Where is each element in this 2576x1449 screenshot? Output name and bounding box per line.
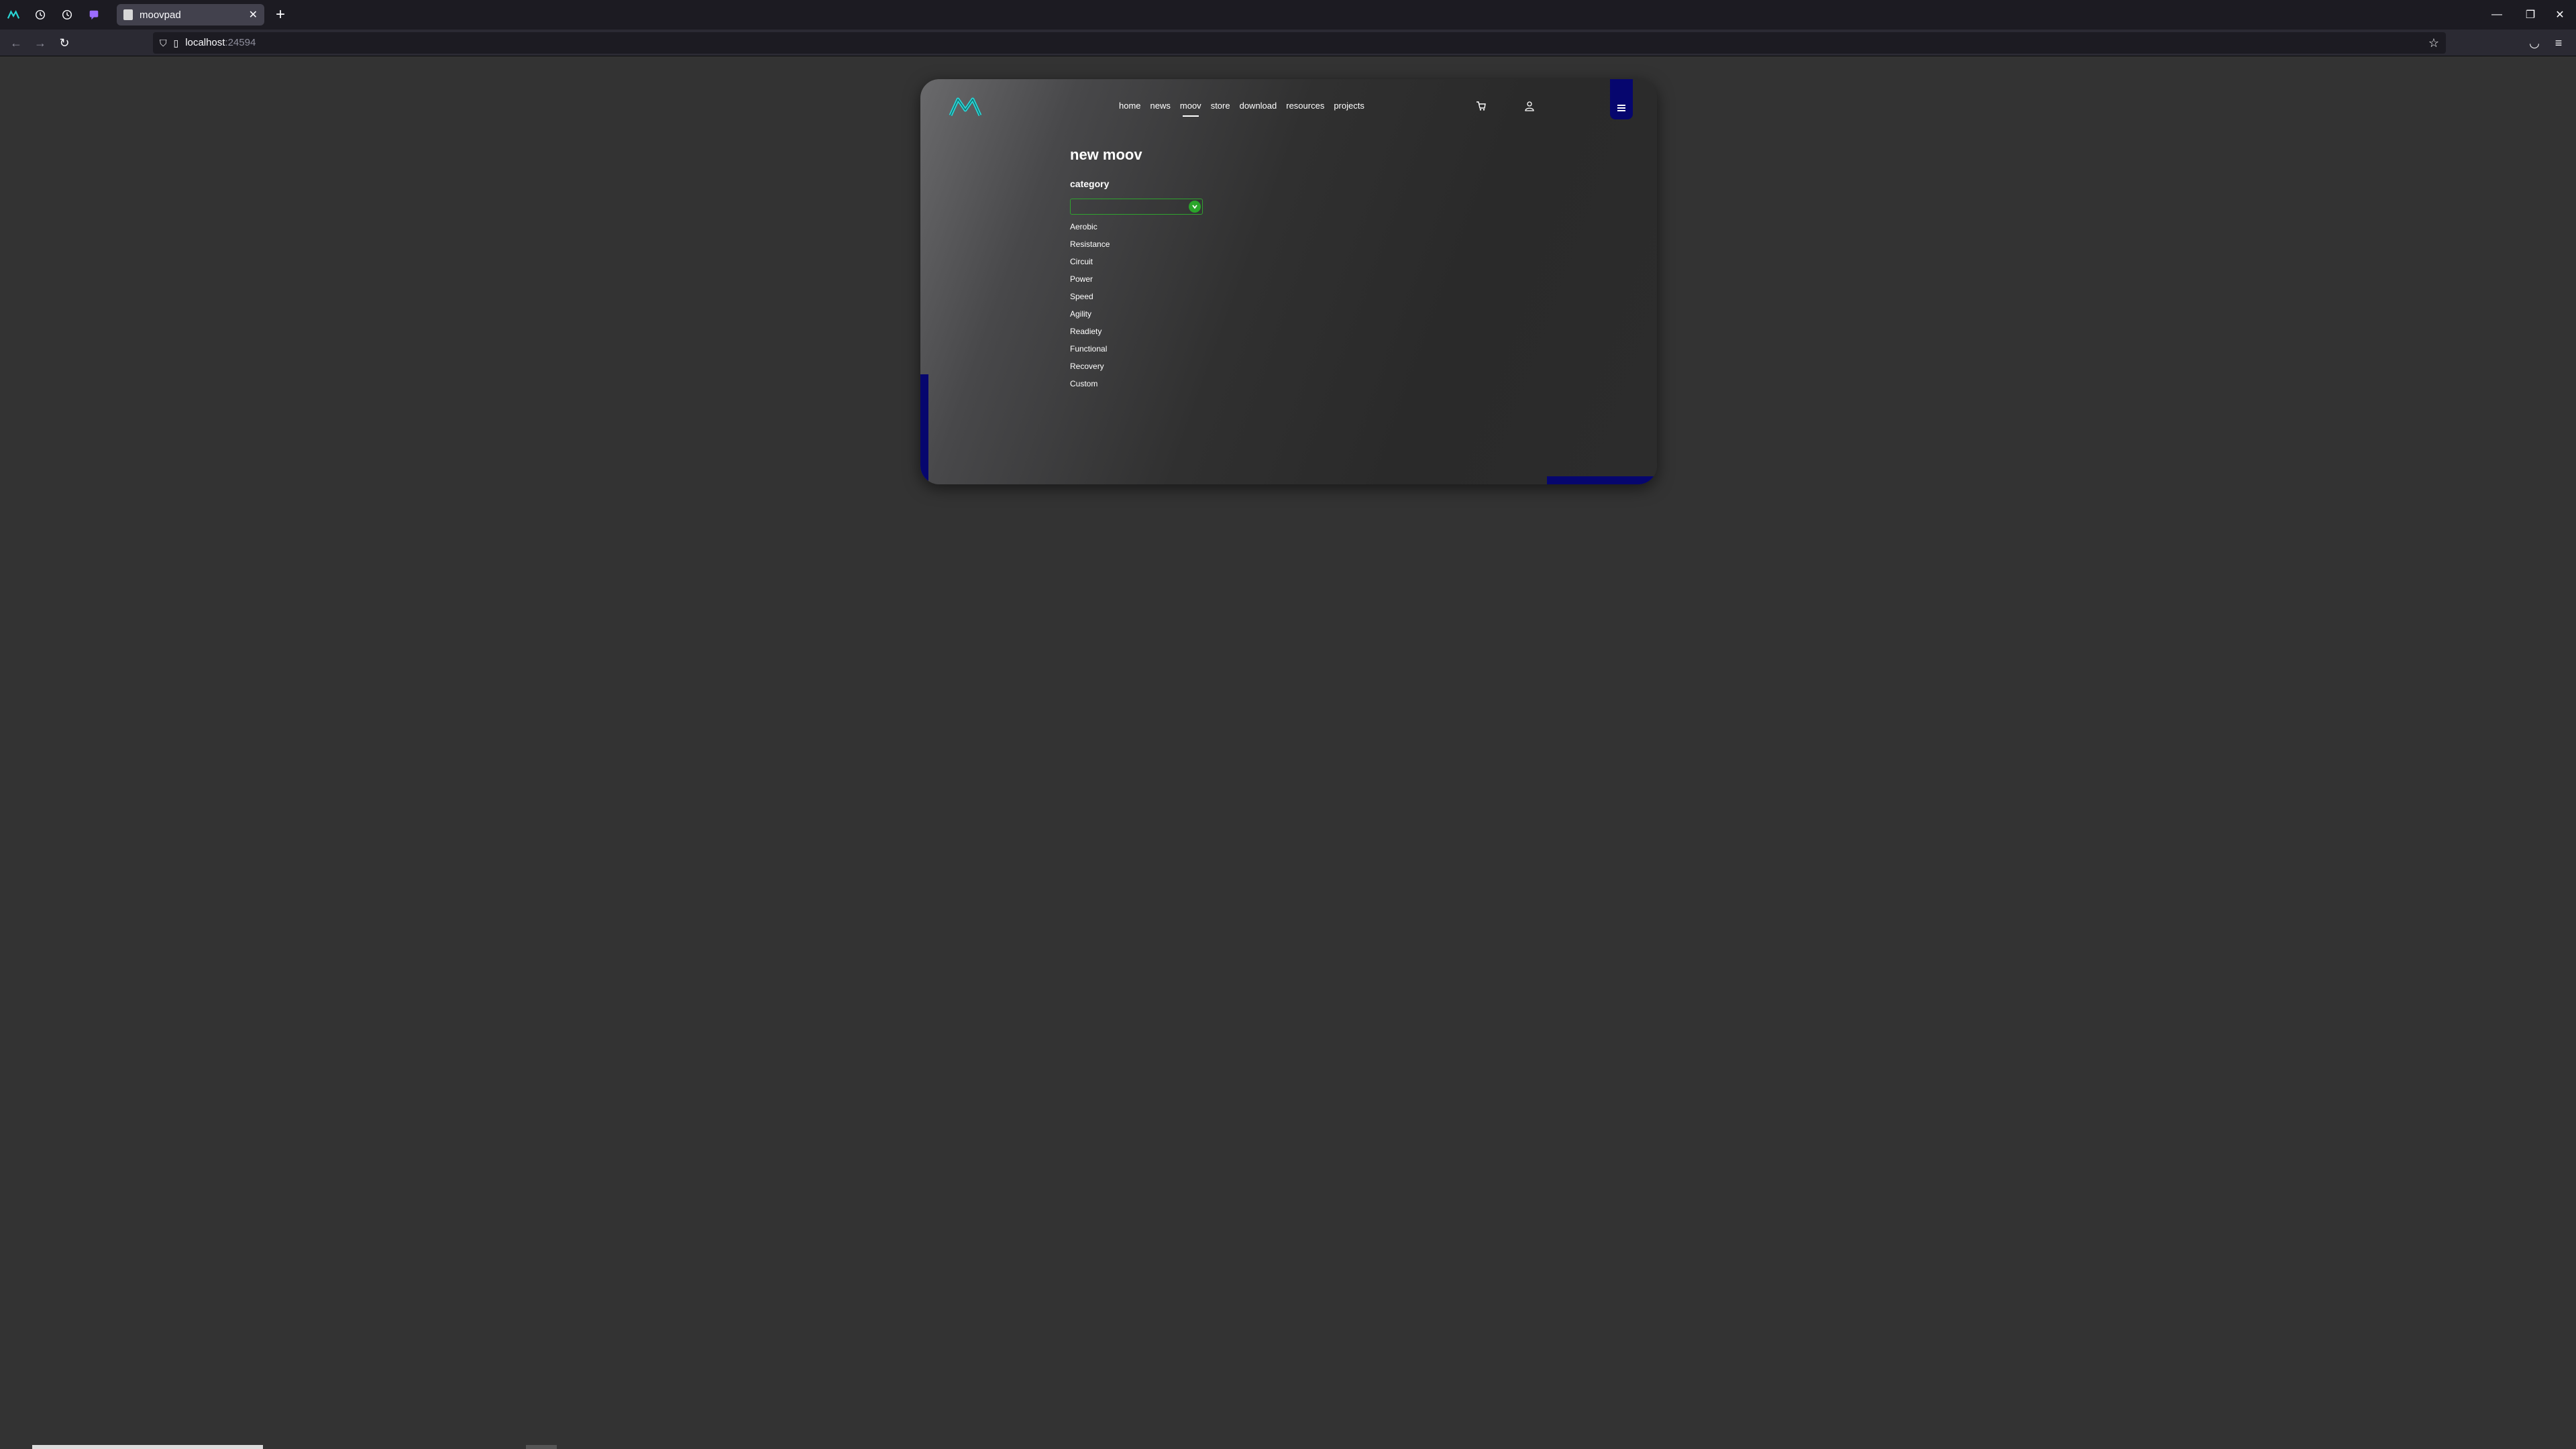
accent-bar-left [920, 374, 928, 484]
category-option-agility[interactable]: Agility [1070, 309, 1110, 326]
app-card: home news moov store download resources … [920, 79, 1657, 484]
nav-moov[interactable]: moov [1180, 101, 1201, 117]
url-host: localhost [185, 37, 225, 48]
category-option-circuit[interactable]: Circuit [1070, 256, 1110, 274]
menu-button[interactable] [1610, 79, 1633, 119]
category-option-functional[interactable]: Functional [1070, 343, 1110, 361]
horizontal-scrollbar[interactable] [32, 1445, 263, 1449]
moovpad-logo[interactable] [949, 95, 982, 118]
browser-tab-bar: moovpad ✕ + — ❐ ✕ [0, 0, 2576, 30]
pinned-tab-3[interactable] [54, 0, 80, 30]
cart-icon[interactable] [1476, 101, 1487, 111]
category-label: category [1070, 178, 1110, 189]
pinned-tab-4[interactable] [80, 0, 107, 30]
nav-download[interactable]: download [1240, 101, 1277, 111]
url-bar[interactable]: ⛉ ▯ localhost:24594 [153, 32, 2446, 54]
chevron-down-icon[interactable] [1189, 201, 1201, 213]
category-option-aerobic[interactable]: Aerobic [1070, 221, 1110, 239]
category-option-recovery[interactable]: Recovery [1070, 361, 1110, 378]
bookmark-star-icon[interactable]: ☆ [2424, 34, 2443, 52]
category-select[interactable] [1070, 199, 1203, 215]
app-menu-icon[interactable]: ≡ [2549, 34, 2568, 52]
shield-icon[interactable]: ⛉ [160, 38, 167, 49]
page-info-icon[interactable]: ▯ [174, 38, 179, 49]
pinned-tab-2[interactable] [27, 0, 54, 30]
pinned-tab-moovpad[interactable] [0, 0, 27, 30]
tab-title: moovpad [140, 9, 181, 21]
close-tab-icon[interactable]: ✕ [249, 8, 258, 21]
browser-nav-bar: ← → ↻ ⛉ ▯ localhost:24594 ☆ ◡ ≡ [0, 30, 2576, 56]
pocket-icon[interactable]: ◡ [2525, 34, 2544, 52]
scrollbar-thumb[interactable] [526, 1445, 557, 1449]
category-options-list: Aerobic Resistance Circuit Power Speed A… [1070, 221, 1110, 396]
clock-icon [62, 9, 72, 20]
hamburger-menu-icon [1617, 105, 1625, 111]
nav-home[interactable]: home [1119, 101, 1141, 111]
category-option-readiety[interactable]: Readiety [1070, 326, 1110, 343]
forward-arrow-icon[interactable]: → [31, 34, 50, 52]
user-icon[interactable] [1524, 101, 1535, 111]
minimize-icon[interactable]: — [2479, 0, 2514, 30]
main-nav: home news moov store download resources … [1119, 101, 1374, 117]
clock-icon [35, 9, 46, 20]
category-option-custom[interactable]: Custom [1070, 378, 1110, 396]
back-arrow-icon[interactable]: ← [7, 34, 25, 52]
url-port: :24594 [225, 37, 256, 48]
moovpad-logo-icon [7, 10, 19, 19]
new-tab-button[interactable]: + [271, 5, 290, 24]
nav-store[interactable]: store [1211, 101, 1230, 111]
nav-resources[interactable]: resources [1286, 101, 1324, 111]
category-option-speed[interactable]: Speed [1070, 291, 1110, 309]
page-favicon-icon [123, 9, 133, 20]
accent-bar-bottom [1547, 476, 1657, 484]
active-browser-tab[interactable]: moovpad ✕ [117, 4, 264, 25]
category-option-power[interactable]: Power [1070, 274, 1110, 291]
nav-projects[interactable]: projects [1334, 101, 1364, 111]
reload-icon[interactable]: ↻ [55, 34, 74, 52]
close-window-icon[interactable]: ✕ [2542, 0, 2576, 30]
chat-icon [89, 10, 99, 20]
category-option-resistance[interactable]: Resistance [1070, 239, 1110, 256]
page-title: new moov [1070, 146, 1142, 163]
nav-news[interactable]: news [1150, 101, 1171, 111]
